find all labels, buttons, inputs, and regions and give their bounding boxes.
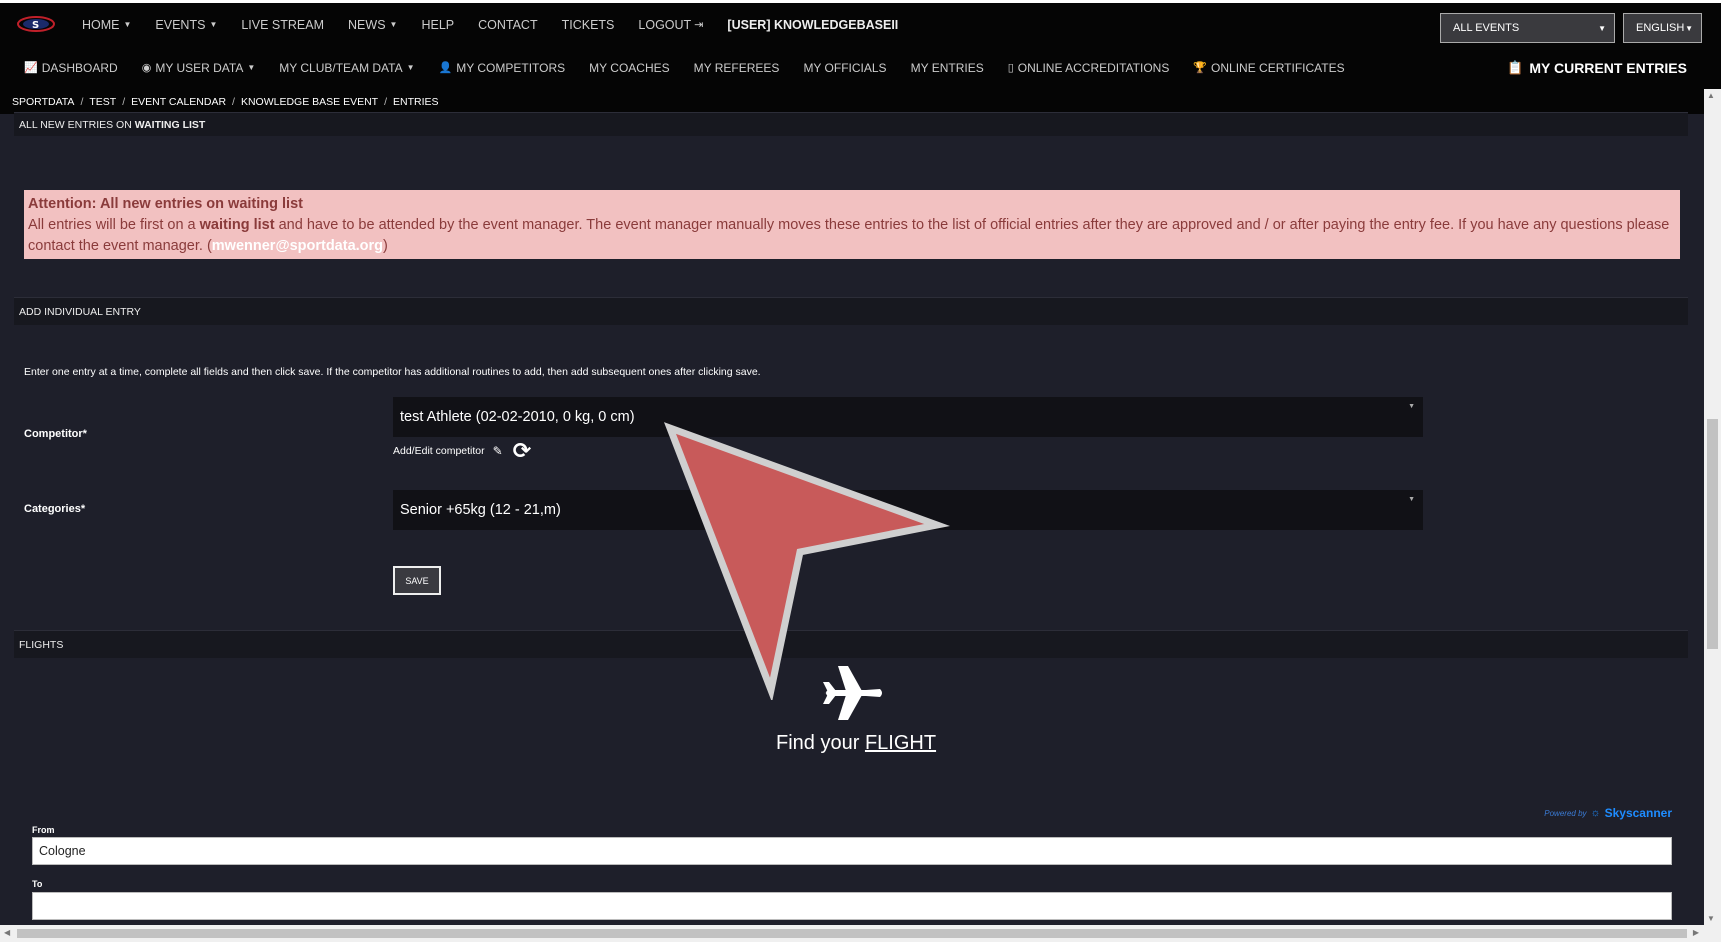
- breadcrumb-test[interactable]: TEST: [89, 96, 116, 108]
- user-icon: 👤: [438, 62, 453, 74]
- my-current-entries-button[interactable]: 📋 MY CURRENT ENTRIES: [1507, 46, 1687, 89]
- caret-down-icon: ▼: [1598, 23, 1606, 33]
- scroll-down-icon[interactable]: ▼: [1707, 914, 1715, 923]
- events-select[interactable]: ALL EVENTS ▼: [1440, 13, 1615, 43]
- sub-navbar: 📈 DASHBOARD ◉ MY USER DATA ▼ MY CLUB/TEAM D…: [0, 46, 1721, 89]
- nav-dashboard[interactable]: 📈 DASHBOARD: [24, 61, 118, 75]
- mouse-pointer-icon: [663, 422, 950, 700]
- nav-online-certificates[interactable]: 🏆 ONLINE CERTIFICATES: [1193, 61, 1344, 75]
- breadcrumb-sportdata[interactable]: SPORTDATA: [12, 96, 74, 108]
- svg-text:S: S: [32, 20, 39, 31]
- edit-icon[interactable]: ✎: [493, 444, 503, 458]
- breadcrumb-event-calendar[interactable]: EVENT CALENDAR: [131, 96, 226, 108]
- caret-down-icon: ▼: [406, 63, 415, 72]
- user-circle-icon: ◉: [141, 62, 152, 74]
- refresh-icon[interactable]: ⟳: [513, 438, 531, 464]
- nav-events[interactable]: EVENTS ▼: [155, 18, 217, 32]
- breadcrumb-entries: ENTRIES: [393, 95, 439, 108]
- nav-online-accreditations[interactable]: ▯ ONLINE ACCREDITATIONS: [1008, 61, 1170, 75]
- scroll-left-icon[interactable]: ◀: [4, 928, 10, 937]
- skyscanner-logo-icon: ☼: [1590, 807, 1601, 819]
- alert-title: Attention: All new entries on waiting li…: [28, 196, 303, 212]
- scroll-up-icon[interactable]: ▲: [1707, 91, 1715, 100]
- nav-tickets[interactable]: TICKETS: [562, 18, 615, 32]
- vertical-scrollbar[interactable]: ▲ ▼: [1704, 89, 1721, 925]
- horizontal-scrollbar[interactable]: ◀ ▶: [0, 925, 1721, 942]
- entry-instructions: Enter one entry at a time, complete all …: [24, 366, 761, 378]
- save-button[interactable]: SAVE: [393, 566, 441, 595]
- clipboard-icon: 📋: [1507, 59, 1524, 75]
- find-flight-text: Find your FLIGHT: [776, 732, 937, 754]
- nav-news[interactable]: NEWS ▼: [348, 18, 397, 32]
- competitor-label: Competitor*: [24, 428, 87, 440]
- add-individual-entry-header: ADD INDIVIDUAL ENTRY: [14, 297, 1688, 325]
- waiting-list-header: ALL NEW ENTRIES ON WAITING LIST: [14, 112, 1688, 136]
- waiting-list-alert: Attention: All new entries on waiting li…: [24, 190, 1680, 259]
- caret-down-icon: ▼: [209, 20, 218, 29]
- to-input[interactable]: [32, 892, 1672, 920]
- chart-icon: 📈: [24, 62, 38, 74]
- logout-icon: ⇥: [694, 19, 704, 31]
- flight-link[interactable]: FLIGHT: [865, 732, 936, 754]
- nav-user[interactable]: [USER] KNOWLEDGEBASEII: [727, 18, 898, 32]
- caret-down-icon: ▼: [247, 63, 256, 72]
- caret-down-icon: ▼: [1408, 496, 1415, 503]
- badge-icon: ▯: [1007, 62, 1014, 74]
- vertical-scroll-thumb[interactable]: [1707, 419, 1718, 649]
- categories-label: Categories*: [24, 503, 86, 515]
- breadcrumb-knowledge-base-event[interactable]: KNOWLEDGE BASE EVENT: [241, 96, 378, 108]
- nav-help[interactable]: HELP: [421, 18, 454, 32]
- breadcrumb: SPORTDATA / TEST / EVENT CALENDAR / KNOWLED…: [0, 89, 1721, 114]
- from-input[interactable]: [32, 837, 1672, 865]
- add-edit-competitor: Add/Edit competitor ✎ ⟳: [393, 438, 532, 464]
- nav-my-competitors[interactable]: 👤 MY COMPETITORS: [439, 61, 566, 75]
- to-label: To: [32, 879, 43, 889]
- trophy-icon: 🏆: [1193, 62, 1208, 74]
- nav-contact[interactable]: CONTACT: [478, 18, 538, 32]
- nav-my-entries[interactable]: MY ENTRIES: [911, 61, 984, 75]
- language-select[interactable]: ENGLISH ▼: [1623, 13, 1702, 43]
- nav-live-stream[interactable]: LIVE STREAM: [241, 18, 324, 32]
- nav-my-user-data[interactable]: ◉ MY USER DATA ▼: [142, 61, 256, 75]
- scroll-right-icon[interactable]: ▶: [1693, 928, 1699, 937]
- nav-home[interactable]: HOME ▼: [82, 18, 131, 32]
- sportdata-logo[interactable]: S: [16, 12, 56, 36]
- powered-by-skyscanner[interactable]: Powered by ☼ Skyscanner: [1544, 806, 1672, 820]
- nav-my-referees[interactable]: MY REFEREES: [694, 61, 780, 75]
- event-manager-email-link[interactable]: mwenner@sportdata.org: [212, 238, 383, 254]
- caret-down-icon: ▼: [389, 20, 398, 29]
- nav-my-officials[interactable]: MY OFFICIALS: [803, 61, 886, 75]
- caret-down-icon: ▼: [123, 20, 132, 29]
- top-navbar: S HOME ▼ EVENTS ▼ LIVE STREAM NEWS ▼ HELP C…: [0, 0, 1721, 46]
- caret-down-icon: ▼: [1685, 23, 1693, 33]
- nav-my-coaches[interactable]: MY COACHES: [589, 61, 669, 75]
- from-label: From: [32, 825, 55, 835]
- alert-text: All entries will be first on a waiting l…: [28, 217, 1670, 254]
- horizontal-scroll-thumb[interactable]: [17, 929, 1687, 938]
- nav-my-club-team-data[interactable]: MY CLUB/TEAM DATA ▼: [279, 61, 414, 75]
- caret-down-icon: ▼: [1408, 403, 1415, 410]
- nav-logout[interactable]: LOGOUT ⇥: [638, 18, 703, 32]
